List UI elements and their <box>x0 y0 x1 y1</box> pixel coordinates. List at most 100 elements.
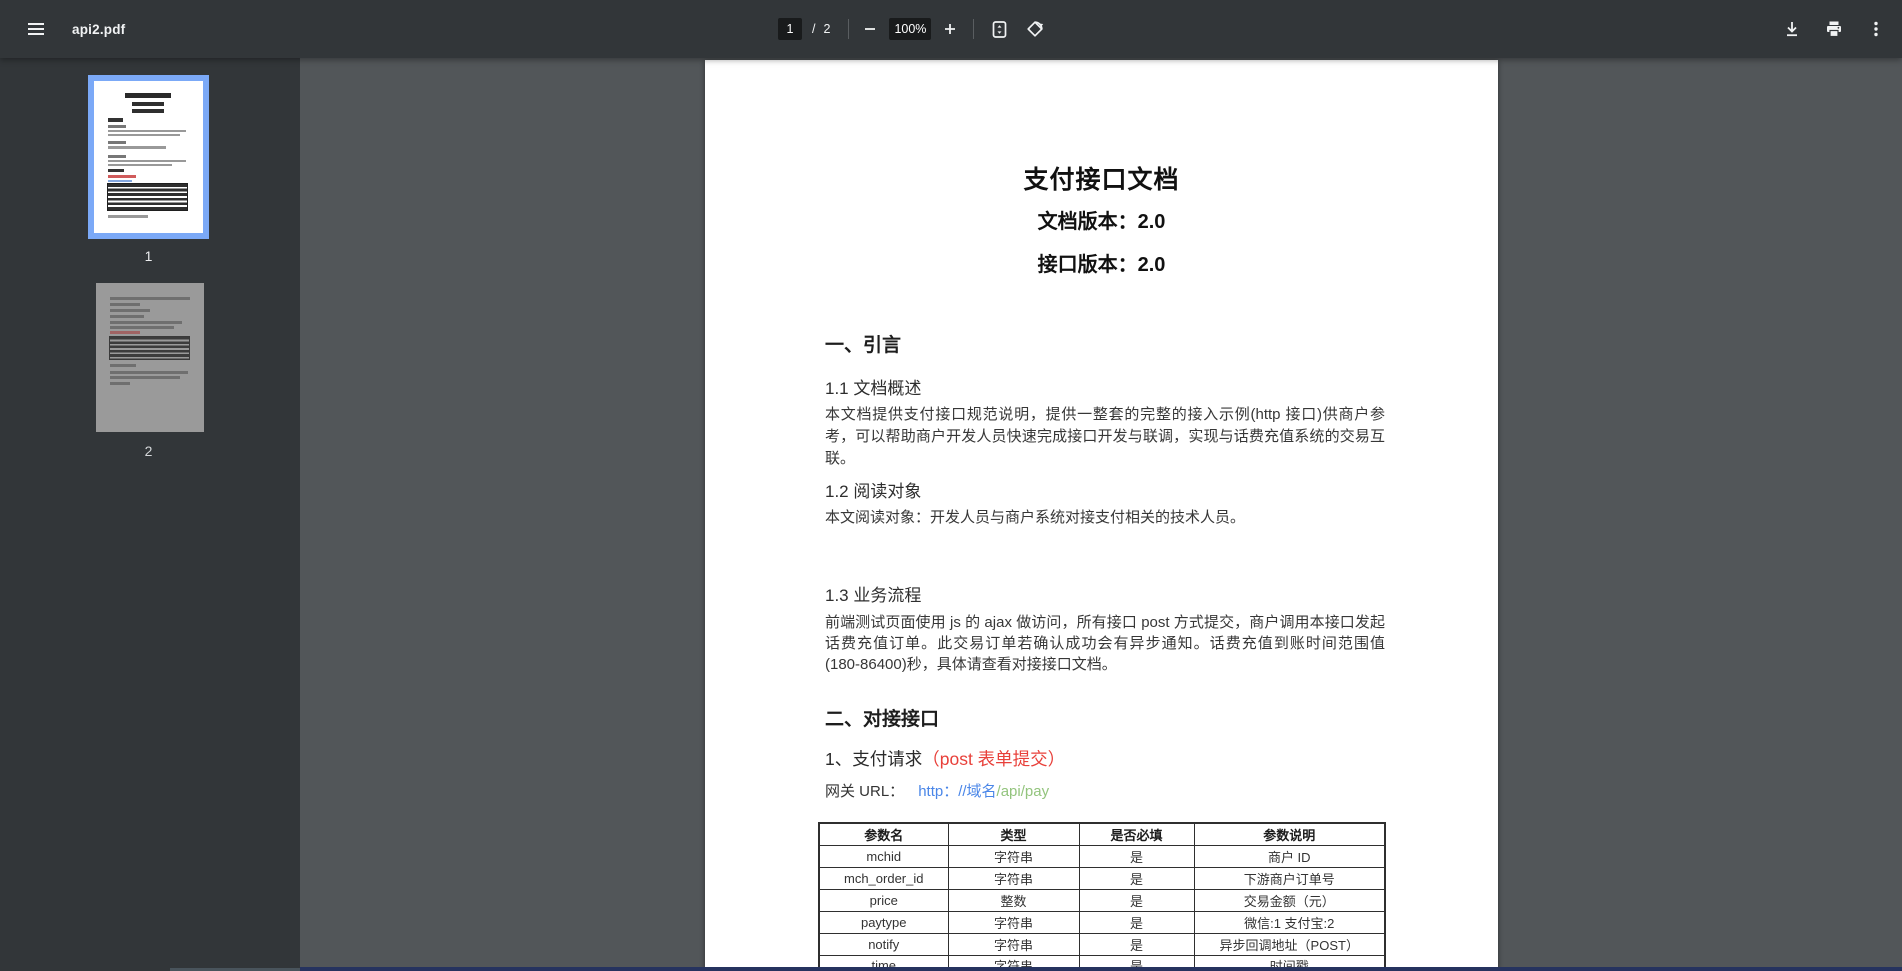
thumbnail-sketch-line <box>108 130 186 133</box>
toolbar-left-group: api2.pdf <box>20 0 125 58</box>
gateway-url-domain-link[interactable]: http：//域名 <box>918 783 996 800</box>
param-table-row: paytype字符串是微信:1 支付宝:2 <box>819 911 1385 933</box>
thumbnail-sketch-line <box>125 93 171 98</box>
param-table-cell: 商户 ID <box>1194 845 1385 867</box>
thumbnail-sketch-line <box>132 109 164 113</box>
thumbnail-sketch-line <box>110 297 190 300</box>
param-table-cell: 微信:1 支付宝:2 <box>1194 911 1385 933</box>
thumbnail-sketch-line <box>110 321 182 324</box>
print-button[interactable] <box>1820 15 1848 43</box>
param-table-cell: 是 <box>1079 867 1194 889</box>
pdf-viewport[interactable]: 支付接口文档 文档版本：2.0 接口版本：2.0 一、引言 1.1 文档概述 本… <box>300 58 1902 971</box>
param-table-cell: 是 <box>1079 889 1194 911</box>
param-table-cell: 下游商户订单号 <box>1194 867 1385 889</box>
pdf-viewer-window: { "toolbar": { "title": "api2.pdf", "pag… <box>0 0 1902 971</box>
download-button[interactable] <box>1778 15 1806 43</box>
thumbnail-sketch-line <box>108 160 186 163</box>
thumbnail-sketch-line <box>132 102 164 106</box>
menu-icon[interactable] <box>20 13 52 45</box>
thumbnail-sketch-line <box>110 382 130 385</box>
document-title: api2.pdf <box>72 22 125 37</box>
param-table-cell: 是 <box>1079 911 1194 933</box>
param-table-header-cell: 是否必填 <box>1079 823 1194 845</box>
thumbnail-sketch-line <box>110 303 140 306</box>
fit-page-icon <box>990 20 1009 39</box>
zoom-in-button[interactable] <box>937 16 963 42</box>
subsection-overview-heading: 1.1 文档概述 <box>825 374 921 399</box>
menu-bar <box>28 28 44 30</box>
more-options-button[interactable] <box>1862 15 1890 43</box>
param-table-cell: mch_order_id <box>819 867 948 889</box>
thumbnail-sketch-line <box>108 141 126 144</box>
gateway-url-line: 网关 URL： http：//域名/api/pay <box>825 780 1049 801</box>
pdf-toolbar: api2.pdf / 2 100% <box>0 0 1902 58</box>
toolbar-center-group: / 2 100% <box>778 0 1048 58</box>
thumbnail-label-1: 1 <box>88 248 209 264</box>
param-table-cell: 字符串 <box>948 867 1079 889</box>
print-icon <box>1825 20 1843 38</box>
pay-request-note-red: （post 表单提交） <box>922 749 1065 769</box>
page-number-input[interactable] <box>778 18 802 40</box>
thumbnail-page-2[interactable] <box>96 283 204 432</box>
thumbnail-sketch-line <box>110 326 174 329</box>
thumbnail-sketch-line <box>110 376 180 379</box>
param-table-row: mch_order_id字符串是下游商户订单号 <box>819 867 1385 889</box>
param-table-cell: 是 <box>1079 845 1194 867</box>
subsection-audience-heading: 1.2 阅读对象 <box>825 477 921 502</box>
pay-request-heading: 1、支付请求（post 表单提交） <box>825 746 1065 771</box>
doc-version-line: 文档版本：2.0 <box>705 205 1498 234</box>
toolbar-right-group <box>1778 0 1890 58</box>
thumbnail-sketch-line <box>108 180 132 183</box>
kebab-menu-icon <box>1867 20 1885 38</box>
param-table-cell: notify <box>819 933 948 955</box>
pay-request-heading-text: 1、支付请求 <box>825 749 922 769</box>
thumbnail-sidebar: 1 2 <box>0 58 300 971</box>
thumbnail-sketch-line <box>110 331 140 334</box>
param-table-cell: 交易金额（元） <box>1194 889 1385 911</box>
subsection-flow-heading: 1.3 业务流程 <box>825 581 921 606</box>
bottom-edge-strip <box>300 967 1902 971</box>
api-version-line: 接口版本：2.0 <box>705 248 1498 277</box>
section-api-heading: 二、对接接口 <box>825 704 939 731</box>
thumbnail-sketch-line <box>110 315 144 318</box>
plus-icon <box>942 21 958 37</box>
menu-bar <box>28 33 44 35</box>
thumbnail-sketch-line <box>108 125 126 128</box>
param-table-header-cell: 参数名 <box>819 823 948 845</box>
thumbnail-sketch-line <box>108 175 136 178</box>
param-table-row: mchid字符串是商户 ID <box>819 845 1385 867</box>
param-table-cell: 字符串 <box>948 845 1079 867</box>
thumbnail-page-1-preview <box>94 81 203 233</box>
param-table-cell: 异步回调地址（POST） <box>1194 933 1385 955</box>
param-table-cell: mchid <box>819 845 948 867</box>
menu-bar <box>28 23 44 25</box>
doc-main-title: 支付接口文档 <box>705 160 1498 196</box>
section-intro-heading: 一、引言 <box>825 330 901 357</box>
rotate-button[interactable] <box>1022 16 1048 42</box>
audience-paragraph: 本文阅读对象：开发人员与商户系统对接支付相关的技术人员。 <box>825 507 1385 529</box>
rotate-icon <box>1025 19 1045 39</box>
flow-paragraph: 前端测试页面使用 js 的 ajax 做访问，所有接口 post 方式提交，商户… <box>825 612 1385 675</box>
param-table-row: price整数是交易金额（元） <box>819 889 1385 911</box>
param-table-header-cell: 类型 <box>948 823 1079 845</box>
thumbnail-sketch-line <box>108 134 180 137</box>
thumbnail-sketch-line <box>108 118 123 122</box>
param-table-cell: price <box>819 889 948 911</box>
zoom-level-value[interactable]: 100% <box>889 18 931 40</box>
param-table-cell: 字符串 <box>948 933 1079 955</box>
thumbnail-sketch-line <box>110 364 136 367</box>
zoom-out-button[interactable] <box>857 16 883 42</box>
thumbnail-sketch-line <box>108 146 166 149</box>
toolbar-divider <box>973 19 974 39</box>
thumbnail-label-2: 2 <box>88 443 209 459</box>
gateway-url-path: /api/pay <box>997 783 1050 800</box>
param-table-cell: 是 <box>1079 933 1194 955</box>
thumbnail-table-sketch <box>107 183 188 211</box>
fit-to-page-button[interactable] <box>986 16 1012 42</box>
thumbnail-page-1[interactable] <box>88 75 209 239</box>
pdf-page-1: 支付接口文档 文档版本：2.0 接口版本：2.0 一、引言 1.1 文档概述 本… <box>705 60 1498 971</box>
toolbar-divider <box>848 19 849 39</box>
page-total: 2 <box>823 22 830 36</box>
gateway-url-label: 网关 URL： <box>825 783 904 800</box>
thumbnail-sketch-line <box>110 309 150 312</box>
